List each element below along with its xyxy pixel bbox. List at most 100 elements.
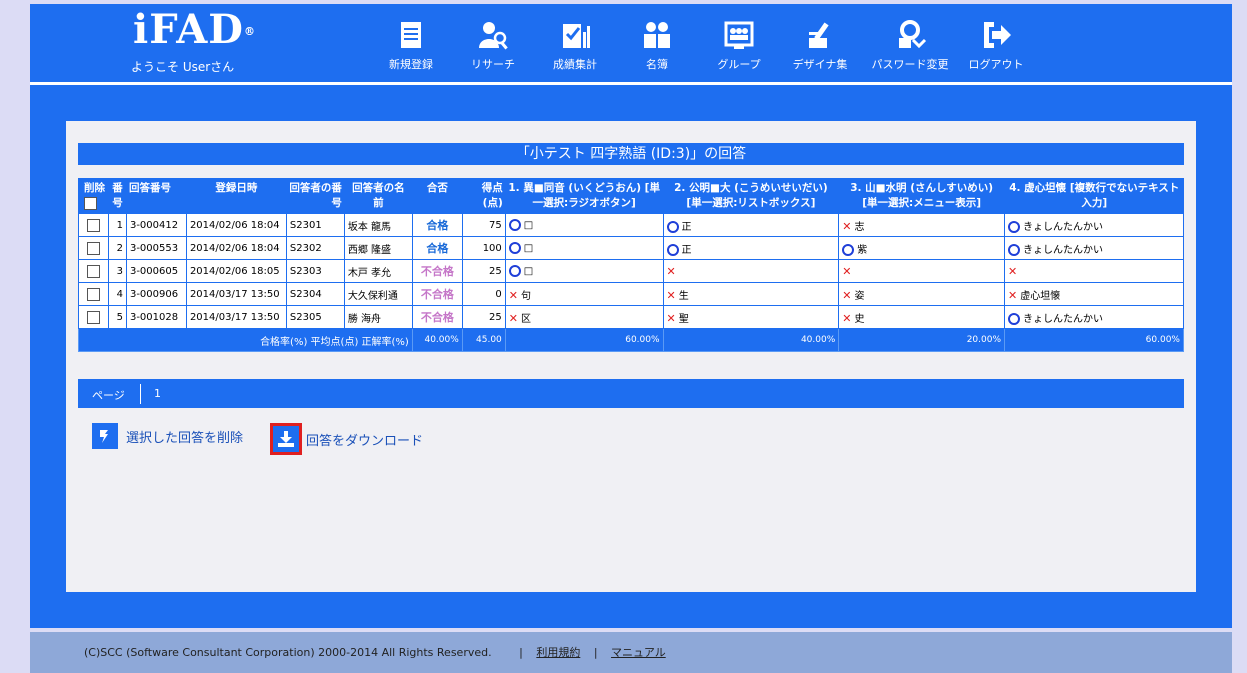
col-delete: 削除 <box>78 178 109 214</box>
nav-logout[interactable]: ログアウト <box>960 0 1032 78</box>
nav-research[interactable]: リサーチ <box>452 0 534 78</box>
incorrect-mark-icon: ✕ <box>666 288 676 302</box>
download-answers-button[interactable]: 回答をダウンロード <box>270 423 423 455</box>
row-delete-cell <box>78 305 109 329</box>
row-answer-no: 3-000605 <box>125 259 187 283</box>
col-q2: 2. 公明■大 (こうめいせいだい) [単一選択:リストボックス] <box>662 178 839 214</box>
pagination: ページ 1 <box>78 379 1184 408</box>
download-icon <box>270 423 302 455</box>
correct-mark-icon <box>508 242 521 254</box>
select-all-checkbox[interactable] <box>84 196 97 210</box>
nav-designer[interactable]: デザイナ集 <box>780 0 860 78</box>
nav-roster[interactable]: 名簿 <box>616 0 698 78</box>
row-answer-q3: 紫 <box>838 236 1006 260</box>
row-registered-at: 2014/03/17 13:50 <box>185 305 287 329</box>
incorrect-mark-icon: ✕ <box>842 311 852 325</box>
answer-text: 紫 <box>857 244 868 256</box>
col-respondent-name: 回答者の名前 <box>343 178 413 214</box>
answers-table: 削除 番号 回答番号 登録日時 回答者の番号 回答者の名前 合否 得点(点) 1… <box>78 178 1184 352</box>
row-delete-checkbox[interactable] <box>86 241 100 255</box>
row-respondent-name: 坂本 龍馬 <box>343 213 413 237</box>
row-respondent-no: S2303 <box>285 259 345 283</box>
col-q1: 1. 異■同音 (いくどうおん) [単一選択:ラジオボタン] <box>504 178 664 214</box>
incorrect-mark-icon: ✕ <box>842 264 852 278</box>
delete-icon <box>92 423 118 449</box>
row-result: 不合格 <box>411 259 463 283</box>
correct-mark-icon <box>666 243 679 256</box>
row-answer-q2: 正 <box>662 236 840 260</box>
row-answer-no: 3-000412 <box>125 213 187 237</box>
table-row: 2 3-000553 2014/02/06 18:04 S2302 西郷 隆盛 合格 100… <box>78 236 1184 260</box>
row-answer-q4: きょしんたんかい <box>1004 236 1184 260</box>
row-answer-q2: ✕ 聖 <box>662 305 840 329</box>
row-respondent-no: S2301 <box>285 213 345 237</box>
page-title: 「小テスト 四字熟語 (ID:3)」の回答 <box>78 143 1184 165</box>
incorrect-mark-icon: ✕ <box>1008 264 1018 278</box>
logout-icon <box>984 22 1011 48</box>
incorrect-mark-icon: ✕ <box>842 219 852 233</box>
col-registered-at: 登録日時 <box>185 178 287 214</box>
table-row: 3 3-000605 2014/02/06 18:05 S2303 木戸 孝允 不合格 25… <box>78 259 1184 283</box>
summary-q4-rate: 60.00% <box>1004 328 1184 352</box>
row-delete-checkbox[interactable] <box>86 310 100 324</box>
roster-icon <box>644 22 670 48</box>
row-answer-q1: □ <box>504 213 664 237</box>
row-answer-q1: □ <box>504 236 664 260</box>
summary-q2-rate: 40.00% <box>662 328 840 352</box>
answer-text: きょしんたんかい <box>1023 244 1104 256</box>
nav-change-password[interactable]: パスワード変更 <box>860 0 960 78</box>
fail-badge: 不合格 <box>420 311 454 324</box>
row-number: 5 <box>107 305 127 329</box>
correct-mark-icon <box>1008 312 1021 325</box>
nav-group[interactable]: グループ <box>698 0 780 78</box>
row-answer-q3: ✕ 姿 <box>838 282 1006 306</box>
row-registered-at: 2014/03/17 13:50 <box>185 282 287 306</box>
row-delete-checkbox[interactable] <box>86 218 100 232</box>
row-answer-q3: ✕ 史 <box>838 305 1006 329</box>
main-nav: 新規登録 リサーチ 成績集計 名簿 グループ デザイナ集 パスワード変更 ログア… <box>370 0 1032 78</box>
correct-mark-icon <box>666 220 679 233</box>
row-answer-no: 3-000906 <box>125 282 187 306</box>
answer-text: きょしんたんかい <box>1023 313 1104 325</box>
answer-text: 正 <box>681 244 692 256</box>
app-logo: iFAD® <box>133 6 256 53</box>
row-answer-q4: ✕ 虚心坦懐 <box>1004 282 1184 306</box>
row-answer-no: 3-000553 <box>125 236 187 260</box>
nav-new-registration[interactable]: 新規登録 <box>370 0 452 78</box>
row-result: 合格 <box>411 213 463 237</box>
row-answer-q1: ✕ 句 <box>504 282 664 306</box>
pass-badge: 合格 <box>426 242 449 255</box>
welcome-text: ようこそ Userさん <box>131 60 235 74</box>
manual-link[interactable]: マニュアル <box>611 646 666 659</box>
row-delete-cell <box>78 236 109 260</box>
incorrect-mark-icon: ✕ <box>508 311 518 325</box>
row-respondent-name: 勝 海舟 <box>343 305 413 329</box>
answer-text: 志 <box>854 221 865 233</box>
answer-text: □ <box>523 266 534 277</box>
answer-text: □ <box>523 243 534 254</box>
incorrect-mark-icon: ✕ <box>842 288 852 302</box>
copyright-text: (C)SCC (Software Consultant Corporation)… <box>84 646 492 659</box>
row-answer-q4: ✕ <box>1004 259 1184 283</box>
footer-content: (C)SCC (Software Consultant Corporation)… <box>84 646 666 659</box>
col-score: 得点(点) <box>461 178 506 214</box>
nav-grade-summary[interactable]: 成績集計 <box>534 0 616 78</box>
row-delete-checkbox[interactable] <box>86 264 100 278</box>
row-number: 1 <box>107 213 127 237</box>
terms-link[interactable]: 利用規約 <box>536 646 580 659</box>
answer-text: 姿 <box>854 290 865 302</box>
col-no: 番号 <box>107 178 127 214</box>
password-icon <box>899 20 927 49</box>
document-icon <box>401 22 421 48</box>
answer-text: □ <box>523 220 534 231</box>
row-result: 合格 <box>411 236 463 260</box>
answer-text: 句 <box>521 290 531 302</box>
row-score: 100 <box>461 236 506 260</box>
research-icon <box>479 22 508 50</box>
row-answer-q3: ✕ 志 <box>838 213 1006 237</box>
row-respondent-name: 木戸 孝允 <box>343 259 413 283</box>
answer-text: 生 <box>678 290 689 302</box>
row-delete-checkbox[interactable] <box>86 287 100 301</box>
delete-selected-button[interactable]: 選択した回答を削除 <box>92 423 243 449</box>
pager-page-1[interactable]: 1 <box>154 387 161 400</box>
